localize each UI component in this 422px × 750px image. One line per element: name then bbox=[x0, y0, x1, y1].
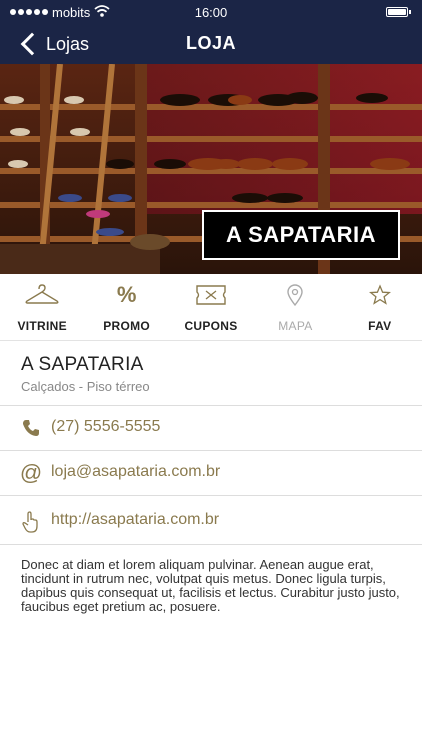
store-website: http://asapataria.com.br bbox=[51, 511, 220, 528]
top-bar: mobits 16:00 Lojas LOJA bbox=[0, 0, 422, 64]
page-title: LOJA bbox=[185, 33, 236, 53]
tab-label: FAV bbox=[368, 319, 392, 333]
star-icon bbox=[338, 283, 422, 307]
tab-label: VITRINE bbox=[17, 319, 67, 333]
tab-vitrine[interactable]: VITRINE bbox=[0, 274, 84, 340]
store-name: A SAPATARIA bbox=[21, 354, 144, 375]
percent-icon: % bbox=[116, 282, 137, 307]
pointer-hand-icon bbox=[19, 510, 43, 534]
tab-label: CUPONS bbox=[184, 319, 238, 333]
status-bar: mobits 16:00 bbox=[0, 0, 422, 26]
tab-mapa[interactable]: MAPA bbox=[253, 274, 337, 340]
store-email: loja@asapataria.com.br bbox=[51, 463, 221, 480]
store-tab-bar: VITRINE % PROMO CUPONS MAPA FAV bbox=[0, 274, 422, 341]
hanger-icon bbox=[0, 283, 84, 307]
website-row[interactable]: http://asapataria.com.br bbox=[0, 496, 422, 545]
store-logo-badge: A SAPATARIA bbox=[202, 210, 400, 260]
tab-fav[interactable]: FAV bbox=[338, 274, 422, 340]
email-row[interactable]: @ loja@asapataria.com.br bbox=[0, 451, 422, 496]
status-time: 16:00 bbox=[194, 5, 228, 20]
battery-icon bbox=[386, 7, 411, 17]
store-header: A SAPATARIA Calçados - Piso térreo bbox=[0, 341, 422, 406]
map-pin-icon bbox=[253, 283, 337, 307]
tab-promo[interactable]: % PROMO bbox=[84, 274, 168, 340]
store-category-location: Calçados - Piso térreo bbox=[21, 379, 150, 394]
tab-label: MAPA bbox=[278, 319, 313, 333]
tab-label: PROMO bbox=[103, 319, 151, 333]
tab-cupons[interactable]: CUPONS bbox=[169, 274, 253, 340]
at-sign-icon: @ bbox=[19, 460, 43, 485]
phone-icon bbox=[19, 416, 43, 440]
phone-row[interactable]: (27) 5556-5555 bbox=[0, 406, 422, 451]
store-description: Donec at diam et lorem aliquam pulvinar.… bbox=[21, 557, 400, 614]
store-hero-image: A SAPATARIA bbox=[0, 64, 422, 274]
store-phone: (27) 5556-5555 bbox=[51, 418, 161, 435]
coupon-icon bbox=[169, 283, 253, 307]
